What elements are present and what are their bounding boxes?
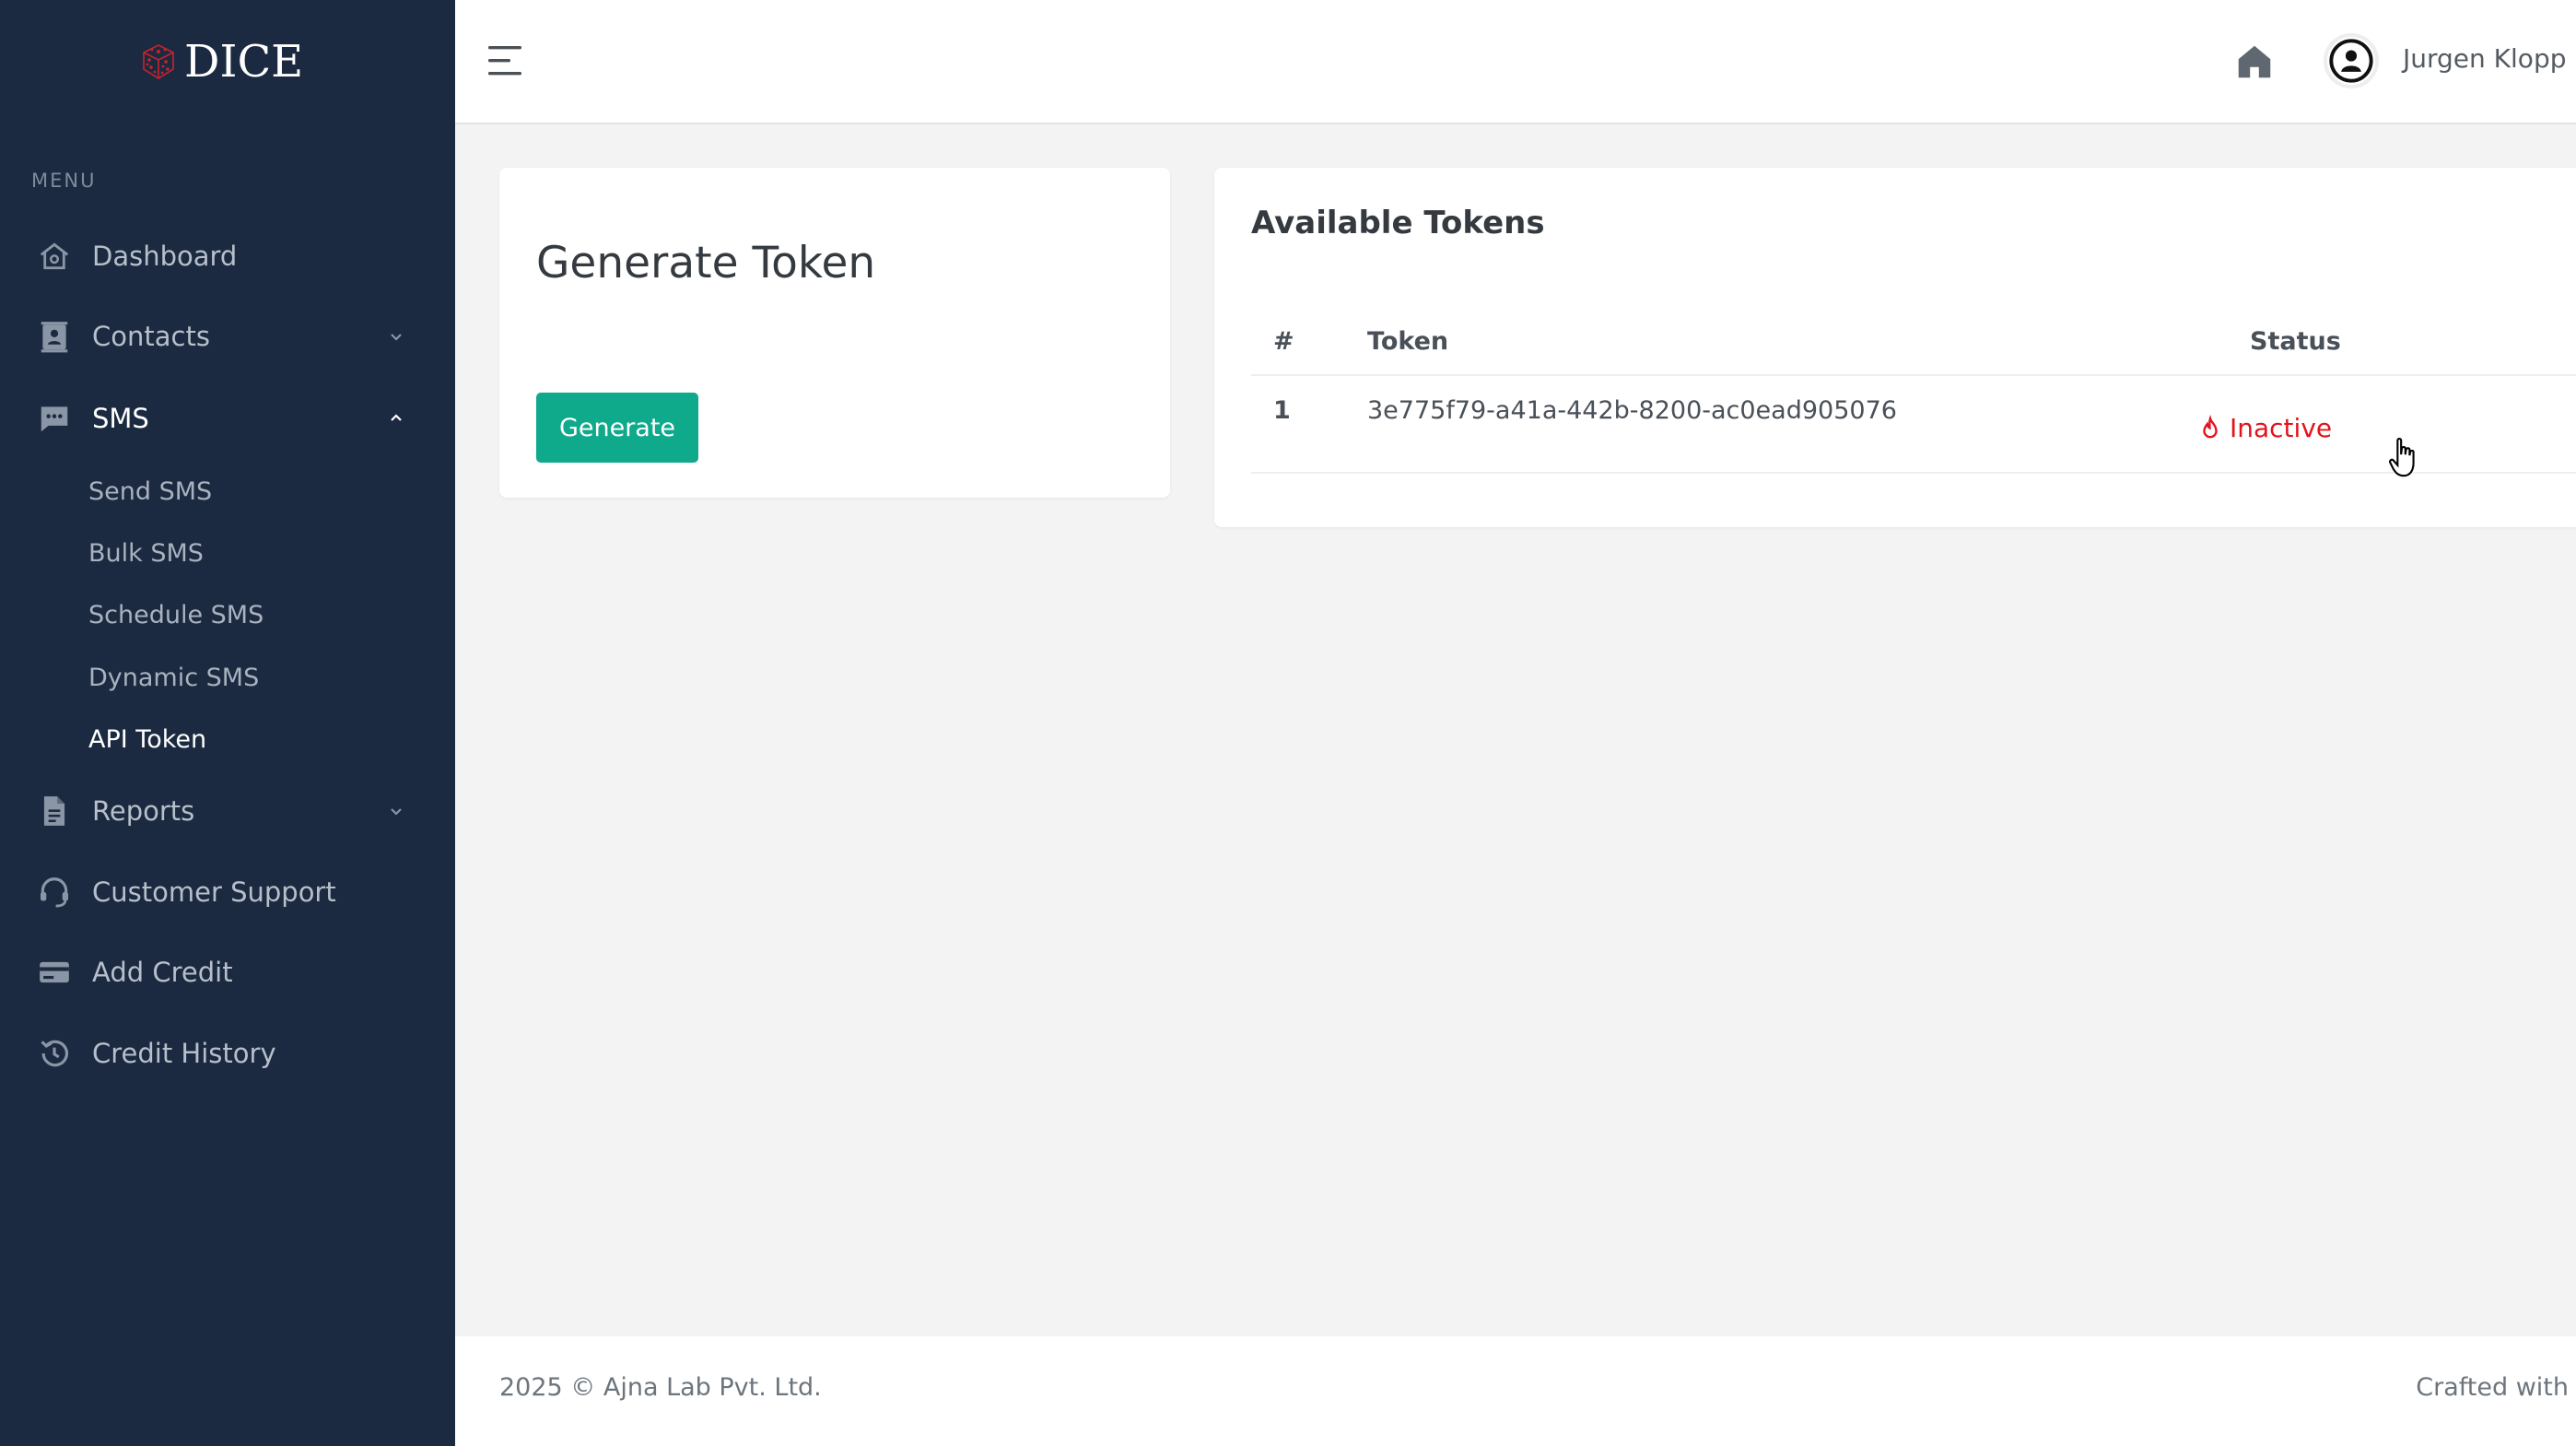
generate-button[interactable]: Generate — [536, 393, 698, 463]
sidebar-item-add-credit[interactable]: Add Credit — [0, 940, 455, 1005]
sidebar-item-reports[interactable]: Reports — [0, 779, 455, 843]
app-root: DICE MENU Dashboard Contacts SMS Send SM… — [0, 0, 2576, 1446]
chevron-down-icon — [391, 808, 402, 816]
sidebar-item-label: Dashboard — [92, 241, 238, 272]
sidebar-item-label: Contacts — [92, 321, 210, 352]
generate-token-card: Generate Token Generate — [499, 168, 1170, 498]
credit-card-icon — [40, 961, 69, 983]
sidebar-item-sms[interactable]: SMS — [0, 386, 455, 451]
token-value: 3e775f79-a41a-442b-8200-ac0ead905076 — [1367, 396, 1897, 425]
footer-credit: Crafted with — [2416, 1373, 2569, 1402]
available-tokens-card: Available Tokens # Token Status 1 3e775f… — [1214, 168, 2576, 527]
table-header: # Token Status — [1251, 308, 2576, 376]
column-header-token: Token — [1367, 327, 1449, 356]
sidebar-subitem-send-sms[interactable]: Send SMS — [88, 468, 212, 514]
document-icon — [43, 796, 65, 826]
sidebar-item-label: Reports — [92, 795, 195, 827]
user-circle-icon — [2329, 39, 2373, 83]
available-tokens-title: Available Tokens — [1251, 205, 1545, 241]
topbar: Jurgen Klopp — [455, 0, 2576, 124]
sidebar-item-customer-support[interactable]: Customer Support — [0, 860, 455, 924]
footer-copyright: 2025 © Ajna Lab Pvt. Ltd. — [499, 1373, 822, 1402]
hamburger-icon[interactable] — [486, 42, 527, 79]
sidebar-subitem-dynamic-sms[interactable]: Dynamic SMS — [88, 654, 259, 700]
sidebar-subitem-bulk-sms[interactable]: Bulk SMS — [88, 530, 204, 576]
sidebar-item-label: SMS — [92, 403, 149, 434]
contacts-book-icon — [41, 322, 68, 353]
brand-logo[interactable]: DICE — [138, 33, 303, 90]
sidebar-item-contacts[interactable]: Contacts — [0, 304, 455, 369]
sidebar-subitem-schedule-sms[interactable]: Schedule SMS — [88, 592, 263, 638]
home-icon[interactable] — [2233, 41, 2276, 83]
home-outline-icon — [40, 242, 69, 270]
status-badge[interactable]: Inactive — [2198, 413, 2332, 443]
sidebar-item-label: Add Credit — [92, 957, 233, 988]
sidebar-item-label: Credit History — [92, 1038, 276, 1069]
chevron-up-icon — [391, 414, 402, 421]
brand-name: DICE — [184, 36, 304, 88]
sidebar-item-dashboard[interactable]: Dashboard — [0, 224, 455, 288]
headset-icon — [40, 877, 69, 908]
token-index: 1 — [1273, 396, 1291, 425]
sidebar: DICE MENU Dashboard Contacts SMS Send SM… — [0, 0, 455, 1446]
sidebar-subitem-api-token[interactable]: API Token — [88, 716, 206, 762]
sidebar-item-label: Customer Support — [92, 876, 336, 908]
avatar[interactable] — [2324, 33, 2379, 88]
column-header-index: # — [1273, 327, 1294, 356]
dice-cube-icon — [143, 44, 174, 79]
generate-token-title: Generate Token — [536, 238, 876, 288]
history-icon — [41, 1040, 69, 1067]
user-name[interactable]: Jurgen Klopp — [2403, 41, 2567, 77]
table-row: 1 3e775f79-a41a-442b-8200-ac0ead905076 I… — [1251, 376, 2576, 474]
footer: 2025 © Ajna Lab Pvt. Ltd. Crafted with — [455, 1336, 2576, 1446]
chat-bubble-icon — [41, 406, 68, 432]
hand-cursor-icon — [2389, 438, 2415, 477]
flame-icon — [2203, 414, 2218, 438]
sidebar-item-credit-history[interactable]: Credit History — [0, 1021, 455, 1086]
chevron-down-icon — [391, 334, 402, 341]
menu-section-title: MENU — [31, 170, 97, 192]
status-label: Inactive — [2230, 413, 2333, 443]
column-header-status: Status — [2250, 327, 2341, 356]
